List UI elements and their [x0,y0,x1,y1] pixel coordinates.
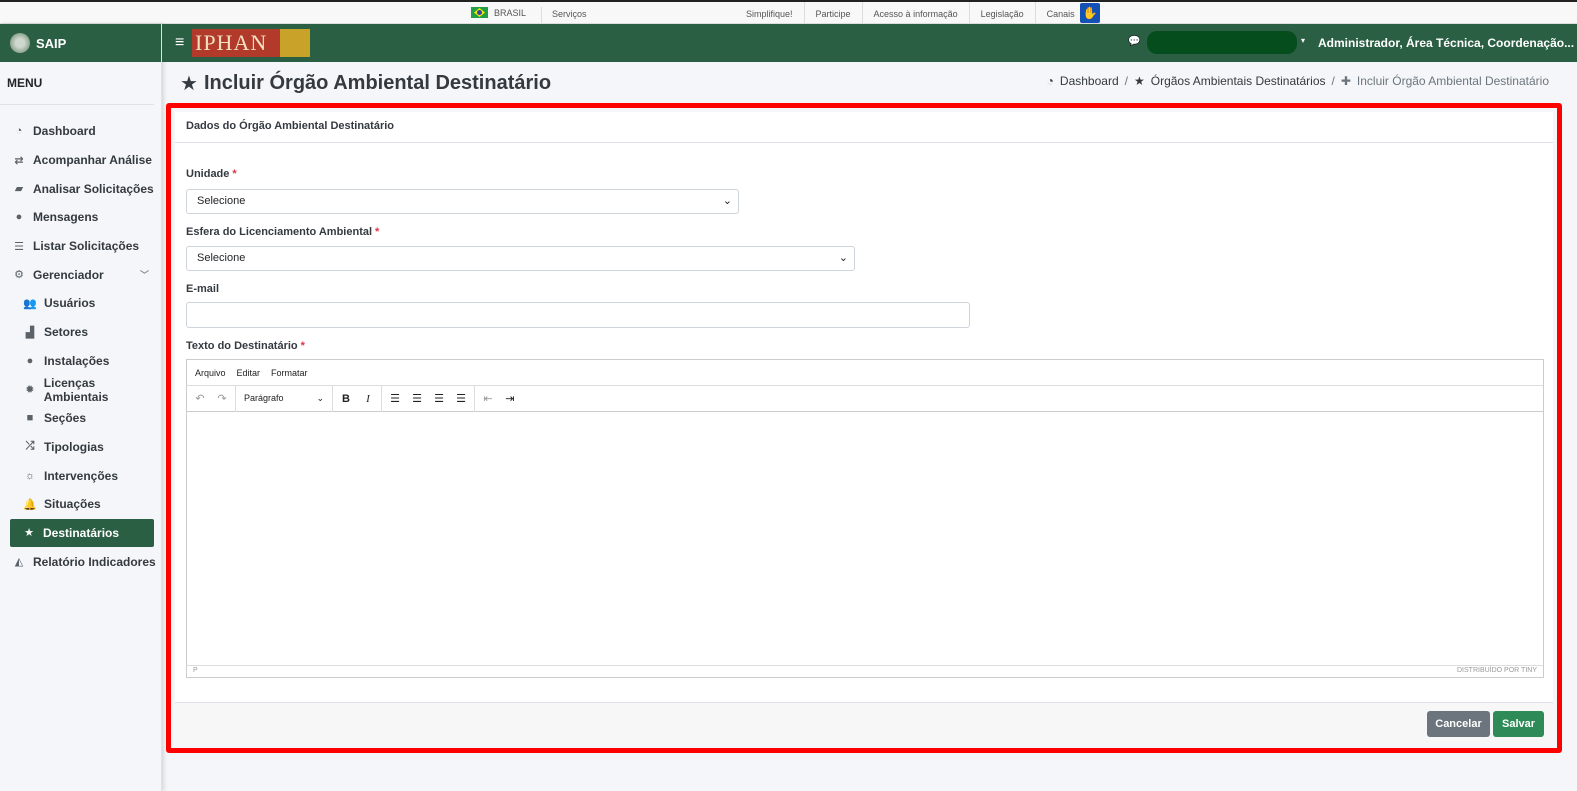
sidebar-item-situacoes[interactable]: 🔔 Situações [0,490,161,519]
industry-icon: ▟ [25,326,35,339]
iphan-logo-text: IPHAN [195,30,268,55]
brand[interactable]: SAIP [0,24,161,62]
sidebar-item-analisar-solicitacoes[interactable]: ▰ Analisar Solicitações [0,174,161,203]
brand-logo-icon [10,33,30,53]
sidebar-item-label: Mensagens [33,210,99,225]
list-icon: ☰ [14,240,24,253]
highlight-frame [166,103,1562,753]
sidebar-item-intervencoes[interactable]: ☼ Intervenções [0,461,161,490]
breadcrumb-separator: / [1124,74,1128,88]
hamburger-menu-icon[interactable]: ≡ [175,34,184,52]
dashboard-icon: ◔ [15,125,23,138]
sidebar-item-label: Tipologias [44,439,104,454]
gov-link-participe[interactable]: Participe [805,2,863,24]
sidebar-item-label: Instalações [44,353,110,368]
top-navbar: ≡ IPHAN 💬 ▾ Administrador, Área Técnica,… [162,24,1577,62]
sidebar-item-licencas-ambientais[interactable]: ✹ Licenças Ambientais [0,375,161,404]
dashboard-icon: ◔ [1046,74,1054,88]
star-icon: ★ [1133,74,1145,88]
sidebar-item-relatorio-indicadores[interactable]: ◭ Relatório Indicadores [0,547,161,576]
gov-link-canais[interactable]: Canais [1036,2,1087,24]
sidebar-item-label: Intervenções [44,468,119,483]
area-chart-icon: ◭ [14,556,24,569]
sidebar-item-instalacoes[interactable]: ● Instalações [0,347,161,376]
gov-link-acesso[interactable]: Acesso à informação [863,2,970,24]
page-title-text: Incluir Órgão Ambiental Destinatário [203,72,552,94]
sidebar-item-label: Destinatários [43,525,120,540]
cogs-icon: ⚙ [14,269,24,282]
sidebar-item-destinatarios[interactable]: ★ Destinatários [10,518,154,548]
gov-link-simplifique[interactable]: Simplifique! [735,2,805,24]
sidebar-item-label: Setores [44,325,89,340]
gov-bar: BRASIL Serviços Simplifique! Participe A… [0,0,1577,25]
exchange-icon: ⇄ [14,154,24,167]
sidebar-item-secoes[interactable]: ■ Seções [0,404,161,433]
sidebar-item-dashboard[interactable]: ◔ Dashboard [0,117,161,146]
sidebar-item-label: Analisar Solicitações [33,181,154,196]
user-avatar-pill[interactable] [1147,31,1297,54]
sidebar-item-setores[interactable]: ▟ Setores [0,318,161,347]
sidebar-item-label: Usuários [44,296,96,311]
sidebar-item-listar-solicitacoes[interactable]: ☰ Listar Solicitações [0,232,161,261]
iphan-logo-emblem [280,29,310,57]
sidebar-item-usuarios[interactable]: 👥 Usuários [0,289,161,318]
sidebar-nav: ◔ Dashboard ⇄ Acompanhar Análise ▰ Analisar… [0,117,161,576]
breadcrumb: ◔ Dashboard / ★ Órgãos Ambientais Destin… [1047,74,1549,88]
gov-link-legislacao[interactable]: Legislação [970,2,1036,24]
sidebar-item-label: Situações [44,497,101,512]
breadcrumb-dashboard[interactable]: Dashboard [1060,74,1119,88]
sidebar-item-acompanhar-analise[interactable]: ⇄ Acompanhar Análise [0,146,161,175]
star-icon: ★ [180,73,198,95]
brand-name: SAIP [36,35,67,51]
plus-icon: ✚ [1340,74,1351,88]
comments-icon: ● [15,211,23,224]
circle-icon: ● [26,354,34,367]
brasil-link[interactable]: BRASIL [471,7,526,18]
page-title: ★ Incluir Órgão Ambiental Destinatário [180,71,551,96]
sidebar-item-label: Gerenciador [33,267,104,282]
chevron-down-icon: ﹀ [139,270,149,281]
menu-title: MENU [0,62,154,105]
sidebar-item-label: Acompanhar Análise [33,153,152,168]
sidebar-item-label: Listar Solicitações [33,239,140,254]
sidebar-item-gerenciador[interactable]: ⚙ Gerenciador ﹀ [0,260,161,289]
servicos-link[interactable]: Serviços [541,7,587,25]
random-icon: ⤮ [25,440,35,453]
sidebar-item-label: Licenças Ambientais [43,375,109,404]
square-icon: ■ [26,412,34,425]
book-icon: ▰ [14,183,24,196]
sidebar-item-label: Relatório Indicadores [33,554,156,569]
sidebar-item-label: Dashboard [33,124,96,139]
breadcrumb-current: Incluir Órgão Ambiental Destinatário [1356,74,1549,88]
brasil-label: BRASIL [494,7,527,18]
user-name[interactable]: Administrador, Área Técnica, Coordenação… [1318,36,1574,50]
iphan-logo[interactable]: IPHAN [192,29,310,57]
users-icon: 👥 [23,297,37,310]
bell-icon: 🔔 [23,498,37,511]
sidebar: SAIP MENU ◔ Dashboard ⇄ Acompanhar Análise… [0,24,162,791]
certificate-icon: ✹ [25,384,35,397]
gov-links: Simplifique! Participe Acesso à informaç… [735,2,1087,24]
sidebar-item-label: Seções [44,411,87,426]
accessibility-icon[interactable]: ✋ [1080,3,1100,23]
spinner-icon: ☼ [24,469,36,482]
star-icon: ★ [24,527,34,540]
chat-icon[interactable]: 💬 [1128,36,1140,47]
brazil-flag-icon [471,7,488,18]
sidebar-item-tipologias[interactable]: ⤮ Tipologias [0,433,161,462]
breadcrumb-orgaos[interactable]: Órgãos Ambientais Destinatários [1151,74,1326,88]
breadcrumb-separator: / [1331,74,1335,88]
sidebar-item-mensagens[interactable]: ● Mensagens [0,203,161,232]
caret-down-icon[interactable]: ▾ [1301,36,1305,45]
